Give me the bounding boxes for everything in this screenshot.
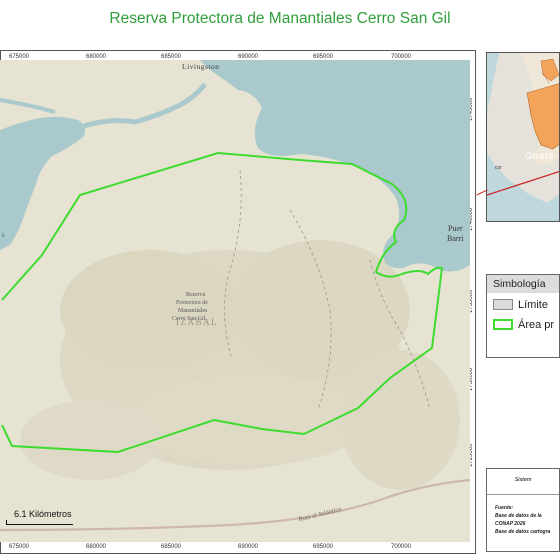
source-line-1: Base de datos de la [495, 513, 542, 519]
map-title: Reserva Protectora de Manantiales Cerro … [109, 10, 451, 27]
scale-label: 6.1 Kilómetros [14, 509, 72, 519]
legend: Simbología Límite Área pr [486, 274, 560, 358]
scale-bar [6, 520, 73, 525]
legend-item-label: Área pr [518, 319, 555, 331]
place-livingston: Livingston [182, 62, 220, 71]
inset-country-label: Guate [525, 151, 555, 161]
place-puerto-2: Barri [447, 234, 464, 243]
legend-item-limit: Límite [493, 299, 548, 311]
inset-map: Guate cor [486, 52, 560, 222]
legend-item-area: Área pr [493, 319, 554, 331]
source-box-header: Sistem [487, 469, 559, 495]
inset-label-fragment: cor [495, 165, 502, 171]
legend-title: Simbología [487, 275, 559, 293]
reserve-label-2: Protectora de [176, 300, 208, 306]
source-line-2: CONAP 2026 [495, 521, 526, 527]
tick-bottom-680000: 680000 [86, 544, 107, 550]
main-map[interactable]: Livingston Reserva Protectora de Mananti… [0, 60, 470, 542]
inset-canvas [487, 53, 559, 221]
legend-item-label: Límite [518, 299, 548, 311]
map-canvas [0, 60, 470, 542]
source-line-3: Base de datos cartogra [495, 529, 551, 535]
terrain-relief [20, 240, 460, 490]
tick-bottom-675000: 675000 [9, 544, 30, 550]
reserve-label-3: Manantiales [178, 308, 208, 314]
tick-bottom-700000: 700000 [391, 544, 412, 550]
lake-label-fragment: k [2, 233, 5, 239]
tick-bottom-685000: 685000 [161, 544, 182, 550]
area-swatch [493, 319, 513, 330]
source-label: Fuente: [495, 505, 514, 511]
limit-swatch [493, 299, 513, 310]
department-label: IZABAL [176, 317, 218, 327]
tick-bottom-695000: 695000 [313, 544, 334, 550]
reserve-label-1: Reserva [186, 292, 206, 298]
source-box: Sistem Fuente: Base de datos de la CONAP… [486, 468, 560, 552]
place-puerto-1: Puer [448, 224, 463, 233]
tick-bottom-690000: 690000 [238, 544, 259, 550]
